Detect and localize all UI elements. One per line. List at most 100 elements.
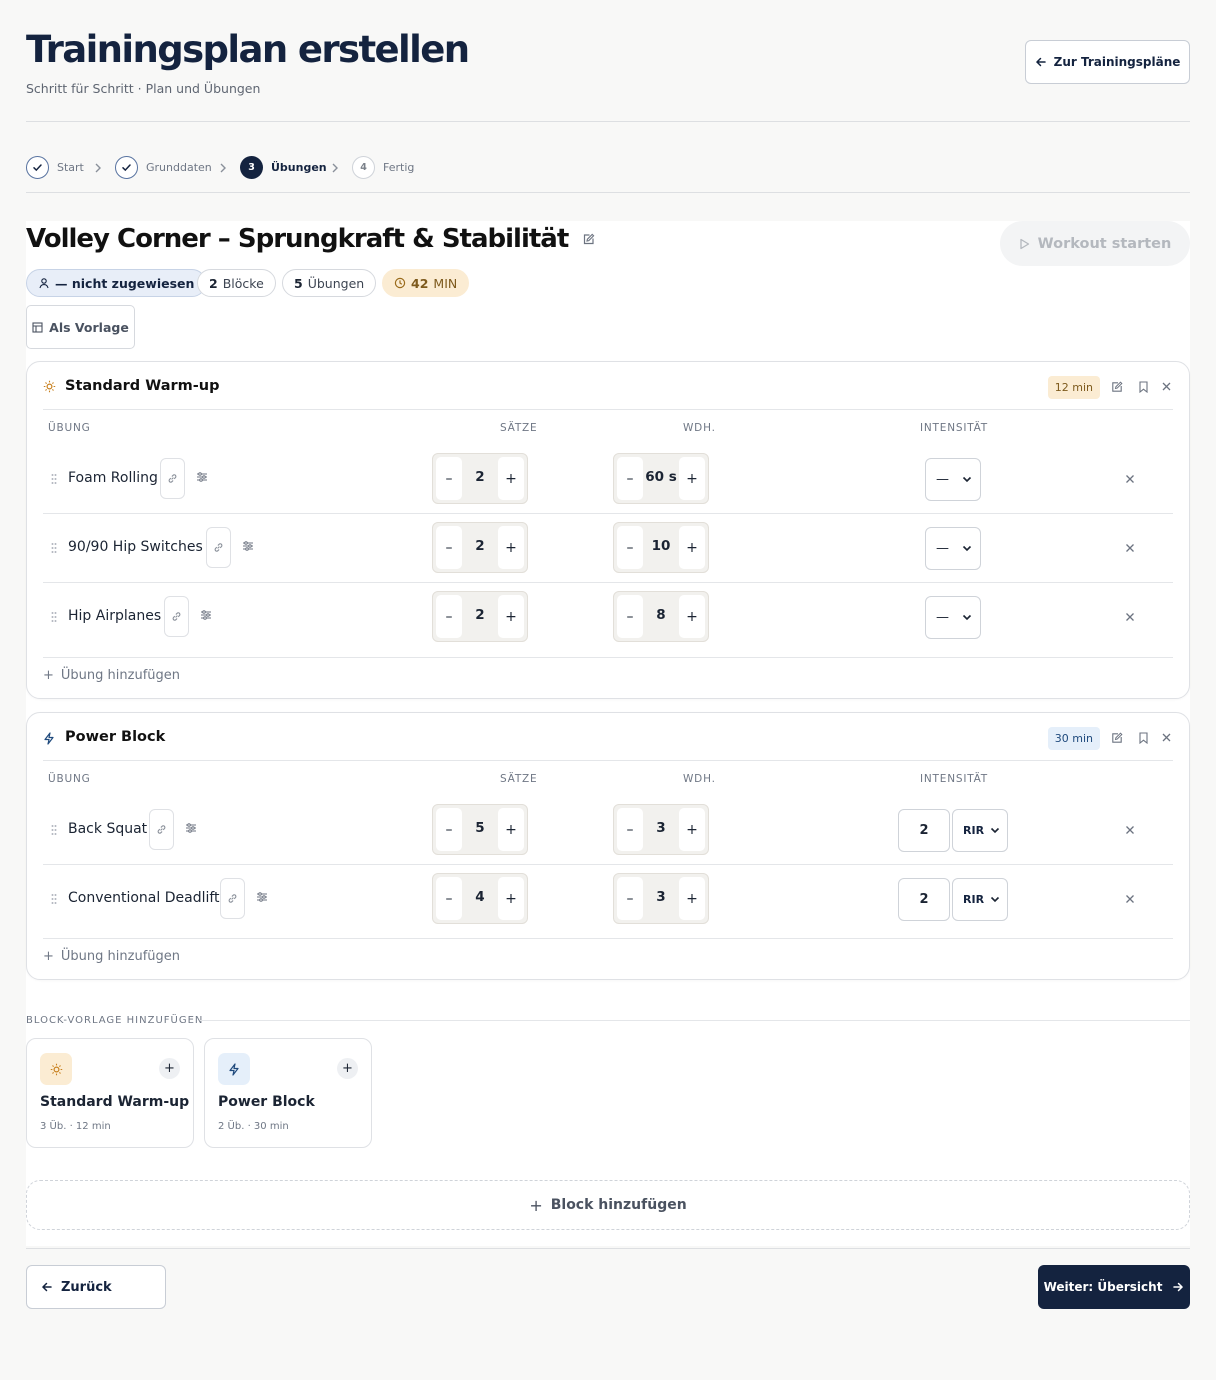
increment-button[interactable]: + xyxy=(498,457,524,500)
back-button[interactable]: Zurück xyxy=(26,1265,166,1309)
decrement-button[interactable]: – xyxy=(617,595,643,638)
as-template-label: Als Vorlage xyxy=(49,319,129,335)
link-icon[interactable] xyxy=(206,527,231,568)
sun-icon xyxy=(40,1053,72,1085)
intensity-unit-select[interactable]: RIR xyxy=(952,878,1008,921)
remove-exercise-icon[interactable] xyxy=(1125,825,1135,835)
divider xyxy=(43,409,1173,410)
settings-sliders-icon[interactable] xyxy=(185,822,197,834)
workout-start-button[interactable]: Workout starten xyxy=(1000,221,1190,266)
template-meta: 2 Üb. · 30 min xyxy=(218,1121,289,1132)
sets-value[interactable]: 5 xyxy=(462,820,498,836)
decrement-button[interactable]: – xyxy=(436,808,462,851)
settings-sliders-icon[interactable] xyxy=(196,471,208,483)
exercise-row: Conventional Deadlift – 4 + – 3 + 2 RIR xyxy=(43,865,1173,939)
sets-value[interactable]: 2 xyxy=(462,469,498,485)
increment-button[interactable]: + xyxy=(498,526,524,569)
remove-exercise-icon[interactable] xyxy=(1125,612,1135,622)
bookmark-icon[interactable] xyxy=(1138,381,1149,393)
intensity-select[interactable]: — xyxy=(925,458,981,501)
reps-value[interactable]: 60 s xyxy=(643,469,679,485)
add-block-button[interactable]: + Block hinzufügen xyxy=(26,1180,1190,1230)
edit-icon[interactable] xyxy=(582,233,595,246)
close-icon[interactable] xyxy=(1161,732,1172,743)
drag-handle-icon[interactable] xyxy=(51,893,57,905)
decrement-button[interactable]: – xyxy=(617,808,643,851)
settings-sliders-icon[interactable] xyxy=(242,540,254,552)
increment-button[interactable]: + xyxy=(679,457,705,500)
block-duration-badge: 12 min xyxy=(1047,376,1100,399)
reps-stepper: – 8 + xyxy=(613,591,709,642)
intensity-unit-select[interactable]: RIR xyxy=(952,809,1008,852)
intensity-select[interactable]: — xyxy=(925,527,981,570)
add-template-button[interactable]: + xyxy=(337,1058,358,1079)
intensity-value-input[interactable]: 2 xyxy=(898,878,950,921)
sets-stepper: – 4 + xyxy=(432,873,528,924)
increment-button[interactable]: + xyxy=(679,877,705,920)
divider xyxy=(26,121,1190,122)
block-title[interactable]: Standard Warm-up xyxy=(65,378,219,394)
step-grunddaten[interactable]: Grunddaten xyxy=(115,156,212,179)
step-start[interactable]: Start xyxy=(26,156,84,179)
increment-button[interactable]: + xyxy=(498,808,524,851)
edit-icon[interactable] xyxy=(1111,381,1123,393)
drag-handle-icon[interactable] xyxy=(51,611,57,623)
chevron-right-icon xyxy=(331,163,339,173)
decrement-button[interactable]: – xyxy=(617,526,643,569)
settings-sliders-icon[interactable] xyxy=(256,891,268,903)
exercise-name: Hip Airplanes xyxy=(68,608,162,624)
remove-exercise-icon[interactable] xyxy=(1125,894,1135,904)
sets-value[interactable]: 2 xyxy=(462,538,498,554)
add-exercise-button[interactable]: + Übung hinzufügen xyxy=(43,949,180,964)
decrement-button[interactable]: – xyxy=(436,595,462,638)
increment-button[interactable]: + xyxy=(498,877,524,920)
reps-value[interactable]: 10 xyxy=(643,538,679,554)
arrow-right-icon xyxy=(1172,1281,1184,1293)
drag-handle-icon[interactable] xyxy=(51,824,57,836)
intensity-value-input[interactable]: 2 xyxy=(898,809,950,852)
decrement-button[interactable]: – xyxy=(436,877,462,920)
decrement-button[interactable]: – xyxy=(436,526,462,569)
reps-value[interactable]: 8 xyxy=(643,607,679,623)
next-button[interactable]: Weiter: Übersicht xyxy=(1038,1265,1190,1309)
link-icon[interactable] xyxy=(220,878,245,919)
edit-icon[interactable] xyxy=(1111,732,1123,744)
sets-value[interactable]: 2 xyxy=(462,607,498,623)
link-icon[interactable] xyxy=(160,458,185,499)
template-card-power[interactable]: + Power Block 2 Üb. · 30 min xyxy=(204,1038,372,1148)
link-icon[interactable] xyxy=(164,596,189,637)
col-header-sets: SÄTZE xyxy=(500,422,538,434)
reps-value[interactable]: 3 xyxy=(643,820,679,836)
blocks-count: 2 xyxy=(209,275,218,291)
add-block-label: Block hinzufügen xyxy=(550,1197,687,1213)
step-uebungen[interactable]: 3 Übungen xyxy=(240,156,327,179)
drag-handle-icon[interactable] xyxy=(51,542,57,554)
increment-button[interactable]: + xyxy=(679,526,705,569)
add-exercise-button[interactable]: + Übung hinzufügen xyxy=(43,668,180,683)
templates-heading: BLOCK-VORLAGE HINZUFÜGEN xyxy=(26,1015,204,1026)
link-icon[interactable] xyxy=(149,809,174,850)
increment-button[interactable]: + xyxy=(679,595,705,638)
close-icon[interactable] xyxy=(1161,381,1172,392)
step-fertig[interactable]: 4 Fertig xyxy=(352,156,414,179)
step-number: 4 xyxy=(352,156,375,179)
intensity-select[interactable]: — xyxy=(925,596,981,639)
add-template-button[interactable]: + xyxy=(159,1058,180,1079)
template-card-warm-up[interactable]: + Standard Warm-up 3 Üb. · 12 min xyxy=(26,1038,194,1148)
drag-handle-icon[interactable] xyxy=(51,473,57,485)
settings-sliders-icon[interactable] xyxy=(200,609,212,621)
back-to-plans-button[interactable]: Zur Trainingspläne xyxy=(1025,40,1190,84)
decrement-button[interactable]: – xyxy=(617,457,643,500)
bookmark-icon[interactable] xyxy=(1138,732,1149,744)
increment-button[interactable]: + xyxy=(679,808,705,851)
increment-button[interactable]: + xyxy=(498,595,524,638)
decrement-button[interactable]: – xyxy=(436,457,462,500)
assignee-chip[interactable]: — nicht zugewiesen xyxy=(26,269,207,297)
sets-value[interactable]: 4 xyxy=(462,889,498,905)
reps-value[interactable]: 3 xyxy=(643,889,679,905)
save-as-template-button[interactable]: Als Vorlage xyxy=(26,305,135,349)
remove-exercise-icon[interactable] xyxy=(1125,543,1135,553)
remove-exercise-icon[interactable] xyxy=(1125,474,1135,484)
decrement-button[interactable]: – xyxy=(617,877,643,920)
block-title[interactable]: Power Block xyxy=(65,729,165,745)
